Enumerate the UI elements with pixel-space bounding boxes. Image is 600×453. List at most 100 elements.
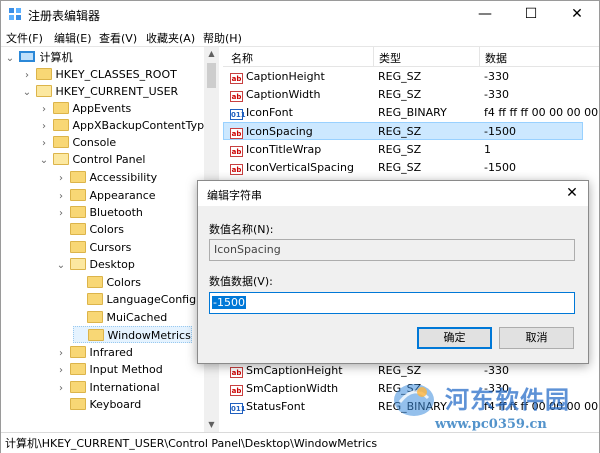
watermark-logo-icon	[394, 384, 434, 416]
folder-icon	[69, 189, 86, 201]
folder-icon	[52, 136, 69, 148]
folder-icon	[69, 171, 86, 183]
tree-item[interactable]: › International	[56, 379, 160, 396]
tree-item-label: Bluetooth	[89, 206, 143, 219]
tree-item[interactable]: MuiCached	[73, 309, 167, 326]
tree-item-label: Colors	[106, 276, 141, 289]
tree-item[interactable]: › Console	[39, 134, 116, 151]
value-name: IconTitleWrap	[246, 143, 322, 156]
column-header-data[interactable]: 数据	[485, 50, 507, 66]
value-type-cell: REG_SZ	[378, 125, 422, 138]
tree-item[interactable]: › HKEY_CLASSES_ROOT	[22, 66, 177, 83]
tree-item[interactable]: Colors	[56, 221, 124, 238]
scroll-up-arrow-icon[interactable]: ▲	[204, 47, 219, 61]
value-data-label: 数值数据(V):	[209, 275, 273, 288]
folder-open-icon	[35, 85, 52, 97]
tree-item[interactable]: ⌄ HKEY_CURRENT_USER	[22, 83, 178, 100]
chevron-icon[interactable]: ›	[56, 345, 66, 362]
value-name-cell: ab IconSpacing	[230, 123, 375, 141]
value-name: SmCaptionWidth	[246, 382, 339, 395]
tree-item[interactable]: › Input Method	[56, 361, 163, 378]
computer-icon	[18, 51, 35, 62]
list-item[interactable]: 011IconFont REG_BINARY f4 ff ff ff 00 00…	[223, 104, 598, 122]
selected-text: -1500	[212, 296, 246, 309]
list-item[interactable]: ab IconVerticalSpacing REG_SZ -1500	[223, 159, 583, 177]
value-name: StatusFont	[246, 400, 306, 413]
tree-item[interactable]: ⌄ Desktop	[56, 256, 135, 273]
tree-item[interactable]: › AppXBackupContentType	[39, 117, 211, 134]
value-name-label: 数值名称(N):	[209, 223, 274, 236]
tree-item[interactable]: › AppEvents	[39, 100, 131, 117]
ok-button[interactable]: 确定	[417, 327, 492, 349]
column-header-name[interactable]: 名称	[231, 50, 253, 66]
string-value-icon: ab	[230, 73, 243, 84]
value-type-cell: REG_SZ	[378, 143, 422, 156]
title-bar[interactable]: 注册表编辑器 — ☐ ✕	[1, 1, 599, 28]
menu-file[interactable]: 文件(F)	[6, 30, 43, 46]
tree-item[interactable]: › Accessibility	[56, 169, 157, 186]
chevron-icon[interactable]: ›	[39, 118, 49, 135]
scroll-down-arrow-icon[interactable]: ▼	[204, 418, 219, 432]
chevron-icon[interactable]: ›	[56, 170, 66, 187]
value-name-cell: ab CaptionHeight	[230, 68, 375, 86]
tree-item[interactable]: Colors	[73, 274, 141, 291]
minimize-button[interactable]: —	[463, 1, 507, 28]
tree-item-label: Infrared	[89, 346, 133, 359]
chevron-icon[interactable]: ⌄	[22, 84, 32, 101]
chevron-down-icon[interactable]: ⌄	[5, 50, 15, 67]
scrollbar-thumb[interactable]	[207, 63, 216, 88]
string-value-icon: ab	[230, 164, 243, 175]
dialog-close-button[interactable]: ✕	[562, 185, 582, 201]
tree-item[interactable]: Cursors	[56, 239, 131, 256]
tree-item[interactable]: LanguageConfigu	[73, 291, 203, 308]
chevron-icon[interactable]: ⌄	[39, 152, 49, 169]
tree-item-label: Input Method	[89, 363, 163, 376]
dialog-title: 编辑字符串	[207, 189, 262, 202]
chevron-icon[interactable]: ›	[56, 205, 66, 222]
menu-edit[interactable]: 编辑(E)	[54, 30, 92, 46]
binary-value-icon: 011	[230, 109, 246, 120]
list-item-selected[interactable]: ab IconSpacing REG_SZ -1500	[223, 122, 583, 140]
value-name-cell: 011StatusFont	[230, 398, 375, 416]
list-header: 名称 类型 数据	[223, 47, 599, 67]
chevron-icon[interactable]: ›	[56, 362, 66, 379]
value-name: CaptionHeight	[246, 70, 325, 83]
tree-item-label: Appearance	[89, 189, 156, 202]
chevron-icon[interactable]: ⌄	[56, 257, 66, 274]
menu-help[interactable]: 帮助(H)	[203, 30, 242, 46]
column-header-type[interactable]: 类型	[379, 50, 401, 66]
list-item[interactable]: ab CaptionWidth REG_SZ -330	[223, 86, 583, 104]
tree-item-label: 计算机	[39, 51, 73, 64]
folder-icon	[69, 346, 86, 358]
list-item[interactable]: ab CaptionHeight REG_SZ -330	[223, 68, 583, 86]
chevron-icon[interactable]: ›	[22, 67, 32, 84]
chevron-icon[interactable]: ›	[56, 380, 66, 397]
column-divider[interactable]	[479, 47, 480, 67]
tree-item-label: HKEY_CURRENT_USER	[55, 85, 179, 98]
chevron-icon[interactable]: ›	[39, 135, 49, 152]
tree-item[interactable]: › Bluetooth	[56, 204, 143, 221]
tree-item[interactable]: › Appearance	[56, 187, 156, 204]
value-name-cell: ab SmCaptionWidth	[230, 380, 375, 398]
value-data-input[interactable]: -1500	[209, 292, 575, 314]
list-item[interactable]: ab IconTitleWrap REG_SZ 1	[223, 141, 583, 159]
close-button[interactable]: ✕	[555, 1, 599, 28]
key-tree[interactable]: ⌄ 计算机 › HKEY_CLASSES_ROOT ⌄ HKEY_CURRENT…	[1, 47, 219, 432]
tree-item-selected[interactable]: WindowMetrics	[73, 326, 192, 343]
chevron-icon[interactable]: ›	[56, 188, 66, 205]
maximize-button[interactable]: ☐	[509, 1, 553, 28]
tree-item-label: Console	[72, 136, 117, 149]
edit-string-dialog: 编辑字符串 ✕ 数值名称(N): IconSpacing 数值数据(V): -1…	[197, 180, 589, 364]
tree-item[interactable]: ⌄ Control Panel	[39, 151, 145, 168]
tree-item[interactable]: › Infrared	[56, 344, 133, 361]
column-divider[interactable]	[373, 47, 374, 67]
tree-item[interactable]: Keyboard	[56, 396, 141, 413]
folder-icon	[69, 363, 86, 375]
value-name-cell: ab IconVerticalSpacing	[230, 159, 375, 177]
menu-view[interactable]: 查看(V)	[99, 30, 137, 46]
cancel-button[interactable]: 取消	[499, 327, 574, 349]
tree-item-computer[interactable]: ⌄ 计算机	[5, 49, 73, 66]
chevron-icon[interactable]: ›	[39, 101, 49, 118]
menu-favorites[interactable]: 收藏夹(A)	[146, 30, 195, 46]
dialog-title-bar[interactable]: 编辑字符串 ✕	[198, 181, 588, 206]
